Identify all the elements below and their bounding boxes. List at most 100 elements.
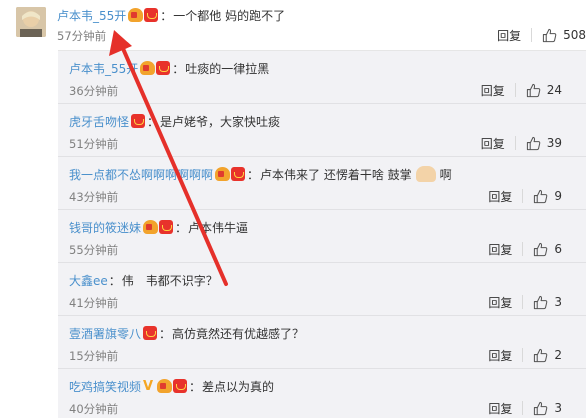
- divider: [522, 295, 524, 309]
- like-count: 3: [554, 401, 562, 415]
- reply-button[interactable]: 回复: [488, 294, 512, 311]
- username-link[interactable]: 大鑫ee: [69, 272, 108, 289]
- gift-badge-icon[interactable]: [143, 220, 159, 234]
- reply-item: 钱哥的筱迷妹 ： 卢本伟牛逼 55分钟前 回复 6: [58, 210, 586, 263]
- badge-group: [143, 326, 158, 340]
- root-comment: 卢本韦_55开 ： 一个都他 妈的跑不了 57分钟前 回复 508: [0, 0, 586, 50]
- colon: ：: [160, 8, 173, 23]
- thumbs-up-icon: [542, 28, 557, 42]
- like-count: 9: [554, 189, 562, 203]
- like-button[interactable]: 3: [533, 295, 562, 310]
- timestamp: 36分钟前: [69, 84, 119, 98]
- like-count: 3: [554, 295, 562, 309]
- reply-actions: 回复 6: [488, 240, 562, 258]
- gift-badge-icon[interactable]: [157, 379, 173, 393]
- reply-meta: 51分钟前 回复 39: [69, 134, 586, 152]
- verified-v-icon[interactable]: V: [143, 380, 156, 393]
- gift-badge-icon[interactable]: [140, 61, 156, 75]
- username-link[interactable]: 钱哥的筱迷妹: [69, 219, 141, 236]
- red-badge-icon[interactable]: [143, 326, 158, 340]
- reply-button[interactable]: 回复: [481, 135, 505, 152]
- thumbs-up-icon: [534, 189, 548, 203]
- like-count: 2: [554, 348, 562, 362]
- divider: [522, 242, 524, 256]
- divider: [514, 136, 516, 150]
- reply-item: 大鑫ee ： 伟 韦都不识字？ 41分钟前 回复 3: [58, 263, 586, 316]
- red-badge-icon[interactable]: [231, 167, 246, 181]
- reply-actions: 回复 24: [481, 81, 562, 99]
- reply-meta: 15分钟前 回复 2: [69, 346, 586, 364]
- reply-item: 吃鸡搞笑视频 V ： 差点以为真的 40分钟前 回复 3: [58, 369, 586, 418]
- reply-actions: 回复 39: [481, 134, 562, 152]
- colon: ：: [108, 273, 121, 288]
- like-button[interactable]: 508: [542, 28, 586, 43]
- like-button[interactable]: 24: [526, 83, 562, 98]
- username-link[interactable]: 卢本韦_55开: [69, 60, 138, 77]
- reply-button[interactable]: 回复: [488, 241, 512, 258]
- reply-text: 卢本伟牛逼: [188, 220, 249, 235]
- gift-badge-icon[interactable]: [128, 8, 144, 22]
- reply-item: 虎牙舌吻怪 ： 是卢姥爷，大家快吐痰 51分钟前 回复 39: [58, 104, 586, 157]
- like-count: 508: [563, 28, 586, 42]
- gift-badge-icon[interactable]: [215, 167, 231, 181]
- red-badge-icon[interactable]: [144, 8, 159, 22]
- timestamp: 51分钟前: [69, 137, 119, 151]
- reply-button[interactable]: 回复: [497, 27, 521, 44]
- red-badge-icon[interactable]: [173, 379, 188, 393]
- red-badge-icon[interactable]: [159, 220, 174, 234]
- username-link[interactable]: 壹酒署旗零八: [69, 325, 141, 342]
- thumbs-up-icon: [534, 401, 548, 415]
- reply-line: 虎牙舌吻怪 ： 是卢姥爷，大家快吐痰: [69, 112, 280, 130]
- divider: [522, 189, 524, 203]
- username-link[interactable]: 我一点都不怂啊啊啊啊啊啊: [69, 166, 213, 183]
- comment-meta: 57分钟前 回复 508: [57, 26, 586, 44]
- like-button[interactable]: 39: [526, 136, 562, 151]
- timestamp: 57分钟前: [57, 29, 107, 43]
- divider: [522, 348, 524, 362]
- reply-text: 差点以为真的: [202, 379, 275, 394]
- colon: ：: [159, 326, 172, 341]
- like-button[interactable]: 2: [533, 348, 562, 363]
- reply-text: 卢本伟来了 还愣着干啥 鼓掌: [260, 167, 412, 182]
- reply-line: 钱哥的筱迷妹 ： 卢本伟牛逼: [69, 218, 248, 236]
- timestamp: 55分钟前: [69, 243, 119, 257]
- timestamp: 40分钟前: [69, 402, 119, 416]
- badge-group: [215, 167, 246, 181]
- reply-text: 是卢姥爷，大家快吐痰: [160, 114, 281, 129]
- reply-item: 壹酒署旗零八 ： 高仿竟然还有优越感了？ 15分钟前 回复 2: [58, 316, 586, 369]
- timestamp: 15分钟前: [69, 349, 119, 363]
- username-link[interactable]: 卢本韦_55开: [57, 7, 126, 24]
- comment-text: 一个都他 妈的跑不了: [173, 8, 286, 23]
- divider: [531, 28, 533, 42]
- reply-line: 壹酒署旗零八 ： 高仿竟然还有优越感了？: [69, 324, 304, 342]
- like-button[interactable]: 3: [533, 401, 562, 416]
- red-badge-icon[interactable]: [156, 61, 171, 75]
- reply-actions: 回复 9: [488, 187, 562, 205]
- reply-meta: 55分钟前 回复 6: [69, 240, 586, 258]
- reply-button[interactable]: 回复: [488, 188, 512, 205]
- avatar[interactable]: [16, 7, 46, 37]
- like-button[interactable]: 9: [533, 189, 562, 204]
- avatar-image: [16, 7, 46, 37]
- username-link[interactable]: 吃鸡搞笑视频: [69, 378, 141, 395]
- divider: [514, 83, 516, 97]
- like-button[interactable]: 6: [533, 242, 562, 257]
- badge-group: [143, 220, 174, 234]
- like-count: 24: [546, 83, 562, 97]
- reply-button[interactable]: 回复: [488, 347, 512, 364]
- reply-list: 卢本韦_55开 ： 吐痰的一律拉黑 36分钟前 回复 24 虎牙舌吻怪 ： 是卢…: [58, 50, 586, 418]
- colon: ：: [247, 167, 260, 182]
- reply-actions: 回复 3: [488, 293, 562, 311]
- red-badge-icon[interactable]: [131, 114, 146, 128]
- reply-button[interactable]: 回复: [481, 82, 505, 99]
- thumbs-up-icon: [526, 83, 540, 97]
- username-link[interactable]: 虎牙舌吻怪: [69, 113, 129, 130]
- reply-item: 我一点都不怂啊啊啊啊啊啊 ： 卢本伟来了 还愣着干啥 鼓掌 啊 43分钟前 回复…: [58, 157, 586, 210]
- reply-item: 卢本韦_55开 ： 吐痰的一律拉黑 36分钟前 回复 24: [58, 51, 586, 104]
- reply-button[interactable]: 回复: [488, 400, 512, 417]
- like-count: 39: [546, 136, 562, 150]
- reply-meta: 43分钟前 回复 9: [69, 187, 586, 205]
- reply-meta: 40分钟前 回复 3: [69, 399, 586, 417]
- reply-line: 吃鸡搞笑视频 V ： 差点以为真的: [69, 377, 274, 395]
- reply-text-suffix: 啊: [439, 167, 452, 182]
